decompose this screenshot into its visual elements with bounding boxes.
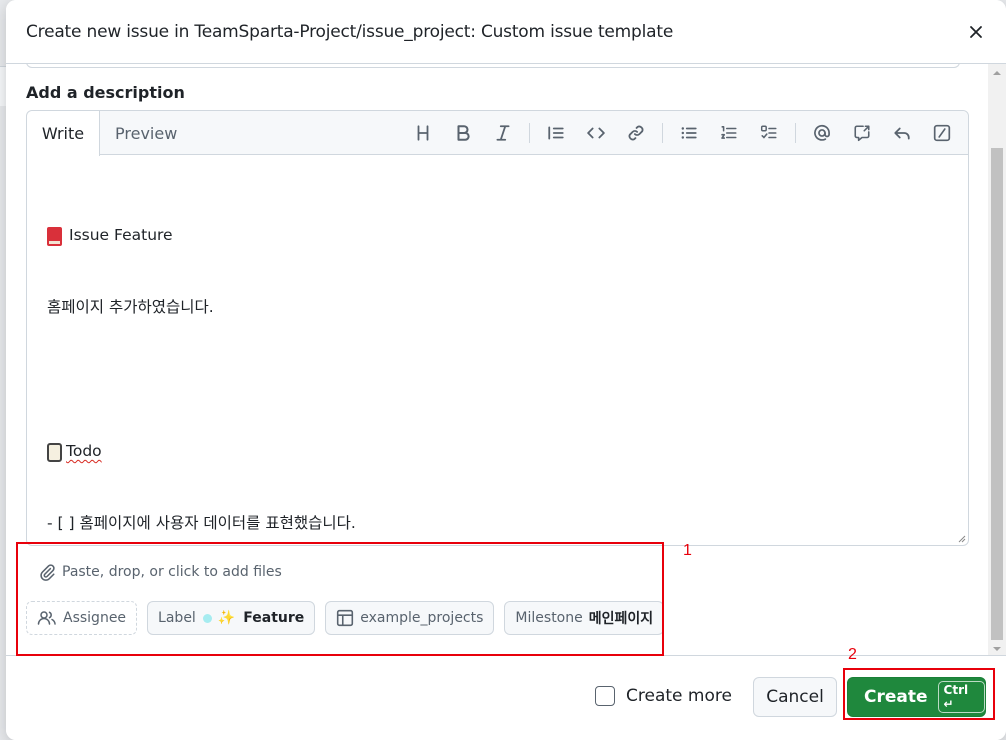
toolbar-divider bbox=[662, 123, 663, 143]
reference-icon bbox=[854, 125, 870, 142]
close-button[interactable] bbox=[964, 20, 988, 44]
code-icon bbox=[587, 127, 605, 139]
dialog-footer: Create more Cancel Create Ctrl ↵ bbox=[6, 655, 1006, 740]
project-button[interactable]: example_projects bbox=[325, 601, 495, 635]
editor-line: - [ ] 홈페이지에 사용자 데이터를 표현했습니다. bbox=[47, 514, 356, 532]
editor-line: 홈페이지 추가하였습니다. bbox=[47, 298, 214, 316]
annotation-number-1: 1 bbox=[683, 542, 692, 559]
editor-line: Issue Feature bbox=[47, 223, 947, 247]
toolbar-divider bbox=[529, 123, 530, 143]
unordered-list-button[interactable] bbox=[675, 119, 703, 147]
label-title: Label bbox=[158, 610, 196, 626]
project-label: example_projects bbox=[360, 610, 484, 626]
editor-textarea[interactable]: Issue Feature 홈페이지 추가하였습니다. Todo - [ ] 홈… bbox=[47, 175, 947, 583]
editor-line: Todo bbox=[47, 439, 947, 463]
dialog-title: Create new issue in TeamSparta-Project/i… bbox=[26, 22, 674, 42]
create-issue-dialog: Create new issue in TeamSparta-Project/i… bbox=[6, 0, 1006, 740]
unordered-list-icon bbox=[681, 127, 697, 139]
ordered-list-button[interactable] bbox=[715, 119, 743, 147]
italic-icon bbox=[496, 125, 510, 141]
assignee-button[interactable]: Assignee bbox=[26, 601, 138, 635]
formatting-toolbar bbox=[397, 120, 956, 146]
create-button[interactable]: Create Ctrl ↵ bbox=[847, 677, 986, 717]
title-input[interactable] bbox=[26, 64, 960, 68]
people-icon bbox=[37, 611, 56, 625]
undo-icon bbox=[894, 127, 910, 140]
label-value: Feature bbox=[243, 610, 305, 626]
create-more-checkbox[interactable] bbox=[595, 686, 615, 706]
dialog-header: Create new issue in TeamSparta-Project/i… bbox=[6, 0, 1006, 64]
annotation-number-2: 2 bbox=[848, 646, 857, 663]
table-icon bbox=[337, 609, 354, 627]
markdown-editor: Write Preview Issue Feature 홈페이지 추가하였습니다… bbox=[26, 110, 969, 546]
undo-button[interactable] bbox=[888, 119, 916, 147]
label-color-dot bbox=[202, 613, 212, 623]
milestone-title: Milestone bbox=[515, 610, 583, 626]
label-button[interactable]: Label ✨ Feature bbox=[147, 601, 316, 635]
link-button[interactable] bbox=[622, 119, 650, 147]
metadata-row: Assignee Label ✨ Feature example_project… bbox=[26, 601, 674, 635]
milestone-value: 메인페이지 bbox=[588, 611, 654, 627]
red-book-icon bbox=[47, 226, 62, 246]
slash-commands-icon bbox=[933, 124, 951, 142]
dialog-body: Add a description Write Preview Issue Fe… bbox=[6, 64, 1006, 655]
attach-files[interactable]: Paste, drop, or click to add files bbox=[38, 563, 282, 581]
paperclip-icon bbox=[40, 564, 55, 581]
create-button-label: Create bbox=[864, 687, 928, 707]
sparkles-icon: ✨ bbox=[217, 610, 236, 626]
scroll-up-arrow-icon[interactable] bbox=[991, 68, 1003, 78]
bold-button[interactable] bbox=[449, 119, 477, 147]
heading-button[interactable] bbox=[409, 119, 437, 147]
slash-commands-button[interactable] bbox=[928, 119, 956, 147]
attach-files-label: Paste, drop, or click to add files bbox=[62, 564, 282, 580]
code-button[interactable] bbox=[582, 119, 610, 147]
task-list-icon bbox=[760, 125, 777, 139]
description-label: Add a description bbox=[26, 83, 185, 102]
keyboard-shortcut-badge: Ctrl ↵ bbox=[937, 681, 985, 713]
heading-icon bbox=[417, 125, 429, 141]
scroll-icon bbox=[47, 442, 62, 462]
scroll-down-arrow-icon[interactable] bbox=[991, 644, 1003, 654]
scrollbar-thumb[interactable] bbox=[991, 148, 1003, 640]
ordered-list-icon bbox=[721, 126, 737, 139]
task-list-button[interactable] bbox=[755, 119, 783, 147]
assignee-label: Assignee bbox=[63, 610, 127, 626]
create-more-label: Create more bbox=[626, 686, 732, 706]
reference-button[interactable] bbox=[848, 119, 876, 147]
cancel-button[interactable]: Cancel bbox=[753, 677, 837, 717]
quote-button[interactable] bbox=[542, 119, 570, 147]
mention-icon bbox=[814, 124, 830, 141]
resize-grip-icon[interactable] bbox=[956, 533, 966, 543]
bold-icon bbox=[457, 125, 470, 141]
italic-button[interactable] bbox=[489, 119, 517, 147]
link-icon bbox=[628, 125, 644, 141]
editor-header: Write Preview bbox=[27, 111, 968, 156]
toolbar-divider bbox=[795, 123, 796, 143]
create-more-toggle[interactable]: Create more bbox=[595, 686, 732, 706]
tab-preview[interactable]: Preview bbox=[101, 111, 191, 156]
quote-icon bbox=[548, 126, 564, 140]
close-icon bbox=[970, 26, 982, 38]
mention-button[interactable] bbox=[808, 119, 836, 147]
tab-write[interactable]: Write bbox=[27, 111, 100, 156]
milestone-button[interactable]: Milestone 메인페이지 bbox=[504, 601, 665, 635]
